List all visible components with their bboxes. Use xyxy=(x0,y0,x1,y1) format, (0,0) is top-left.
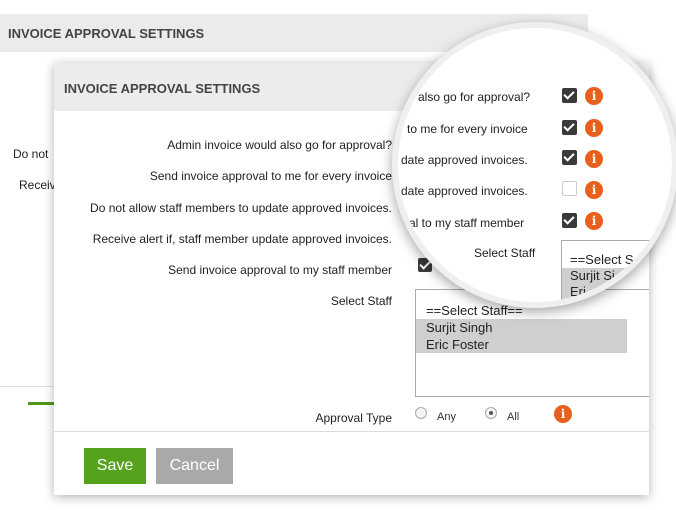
mag-send-to-staff-info-icon[interactable]: i xyxy=(585,212,603,230)
dialog-footer-divider xyxy=(54,431,649,432)
send-approval-to-staff-label: Send invoice approval to my staff member xyxy=(168,263,392,277)
mag-send-to-me-label: to me for every invoice xyxy=(407,122,528,136)
mag-receive-alert-info-icon[interactable]: i xyxy=(585,181,603,199)
magnifier-lens: also go for approval? i to me for every … xyxy=(392,22,676,308)
approval-type-all-radio[interactable] xyxy=(485,407,497,419)
background-divider xyxy=(0,386,55,387)
mag-send-to-staff-checkbox[interactable] xyxy=(562,213,577,228)
mag-admin-invoice-info-icon[interactable]: i xyxy=(585,87,603,105)
background-label-do-not: Do not xyxy=(13,147,49,161)
receive-alert-label: Receive alert if, staff member update ap… xyxy=(92,232,392,246)
mag-disallow-update-info-icon[interactable]: i xyxy=(585,150,603,168)
mag-send-to-staff-label: val to my staff member xyxy=(403,216,525,230)
approval-type-label: Approval Type xyxy=(315,411,393,425)
approval-type-all-label: All xyxy=(507,411,520,423)
save-button[interactable]: Save xyxy=(84,448,146,484)
mag-send-to-me-info-icon[interactable]: i xyxy=(585,119,603,137)
staff-option-surjit-singh[interactable]: Surjit Singh xyxy=(416,319,627,336)
mag-staff-option-surjit[interactable]: Surjit Si xyxy=(562,268,658,284)
admin-invoice-approval-label: Admin invoice would also go for approval… xyxy=(167,138,392,152)
background-green-bar xyxy=(28,402,55,405)
mag-receive-alert-label: date approved invoices. xyxy=(401,184,528,198)
mag-admin-invoice-checkbox[interactable] xyxy=(562,88,577,103)
background-label-receive: Receiv xyxy=(19,178,56,192)
mag-send-to-me-checkbox[interactable] xyxy=(562,120,577,135)
dialog-title: INVOICE APPROVAL SETTINGS xyxy=(64,81,261,96)
mag-receive-alert-checkbox[interactable] xyxy=(562,181,577,196)
mag-staff-option-eric[interactable]: Eri xyxy=(562,284,658,300)
approval-type-any-radio[interactable] xyxy=(415,407,427,419)
send-approval-to-me-label: Send invoice approval to me for every in… xyxy=(149,169,392,183)
background-title: INVOICE APPROVAL SETTINGS xyxy=(8,26,205,41)
mag-select-staff-listbox[interactable]: ==Select S Surjit Si Eri xyxy=(561,240,672,302)
disallow-staff-update-label: Do not allow staff members to update app… xyxy=(90,201,392,215)
mag-select-staff-label: Select Staff xyxy=(474,246,536,260)
approval-type-any-label: Any xyxy=(437,411,456,423)
select-staff-label: Select Staff xyxy=(330,294,392,308)
cancel-button[interactable]: Cancel xyxy=(156,448,233,484)
mag-disallow-update-checkbox[interactable] xyxy=(562,150,577,165)
mag-staff-option-placeholder[interactable]: ==Select S xyxy=(562,252,672,268)
mag-disallow-update-label: date approved invoices. xyxy=(401,153,528,167)
mag-admin-invoice-label: also go for approval? xyxy=(418,90,531,104)
approval-type-info-icon[interactable]: i xyxy=(554,405,572,423)
staff-option-eric-foster[interactable]: Eric Foster xyxy=(416,336,627,353)
